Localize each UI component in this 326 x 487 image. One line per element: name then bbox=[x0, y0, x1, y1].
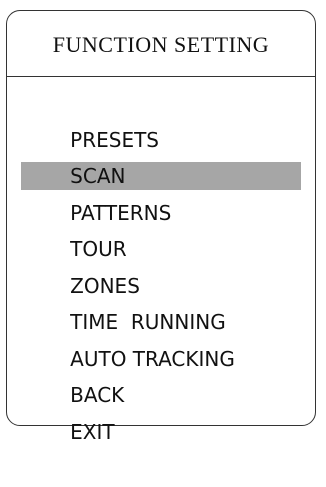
menu-item-label: SCAN bbox=[70, 164, 126, 188]
menu-item-scan[interactable]: SCAN bbox=[7, 122, 315, 188]
menu-item-zones[interactable]: ZONES bbox=[7, 231, 315, 298]
menu-item-label: TOUR bbox=[70, 237, 127, 261]
menu-item-label: PRESETS bbox=[70, 127, 159, 152]
menu-item-label: ZONES bbox=[70, 273, 140, 298]
menu-item-patterns[interactable]: PATTERNS bbox=[7, 158, 315, 225]
menu-item-exit[interactable]: EXIT bbox=[7, 377, 315, 444]
menu-item-time-running[interactable]: TIME RUNNING bbox=[7, 268, 315, 334]
menu-title: FUNCTION SETTING bbox=[7, 11, 315, 77]
menu-item-label: PATTERNS bbox=[70, 200, 172, 225]
menu-list: PRESETS SCAN PATTERNS TOUR ZONES TIME RU… bbox=[7, 85, 315, 444]
function-setting-menu: FUNCTION SETTING PRESETS SCAN PATTERNS T… bbox=[6, 10, 316, 444]
menu-item-label: AUTO TRACKING bbox=[70, 346, 235, 371]
menu-item-label: EXIT bbox=[70, 419, 115, 444]
menu-item-label: TIME RUNNING bbox=[70, 310, 226, 334]
menu-item-presets[interactable]: PRESETS bbox=[7, 85, 315, 152]
menu-item-label: BACK bbox=[70, 383, 125, 407]
